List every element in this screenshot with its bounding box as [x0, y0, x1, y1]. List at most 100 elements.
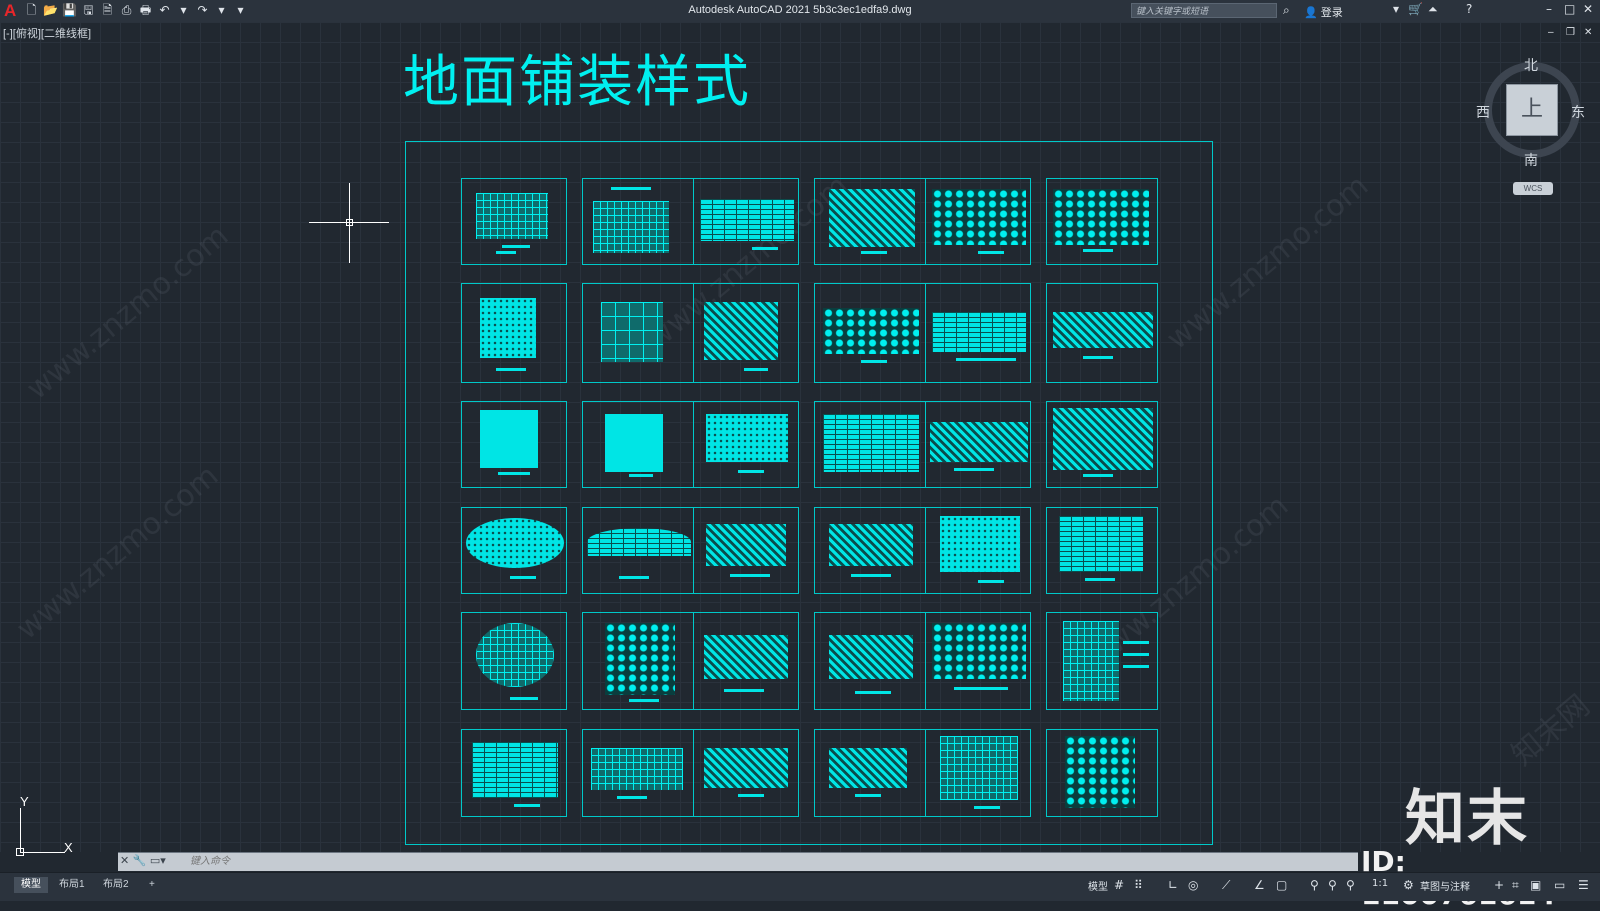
publish-icon[interactable]: ⎙	[119, 3, 134, 18]
autodesk-a360-icon[interactable]: ⏶	[1428, 2, 1438, 17]
wcs-menu[interactable]: WCS	[1513, 182, 1553, 195]
grid-icon[interactable]: #	[1114, 878, 1124, 892]
workspace-switch[interactable]: 草图与注释	[1420, 878, 1470, 893]
paving-tile[interactable]	[582, 283, 694, 383]
paving-tile[interactable]	[693, 612, 799, 710]
save-icon[interactable]: 💾	[62, 3, 77, 18]
tab-layout2[interactable]: 布局2	[96, 877, 136, 893]
annotation-scale-icon[interactable]: ⚲	[1346, 878, 1355, 892]
command-line-icons[interactable]: ✕ 🔧 ▭▾	[120, 854, 166, 867]
gear-icon[interactable]: ⚙	[1403, 878, 1414, 892]
search-input[interactable]: 键入关键字或短语	[1131, 3, 1277, 18]
paving-tile[interactable]	[925, 729, 1031, 817]
plot-preview-icon[interactable]: 🗎	[100, 3, 115, 18]
paving-tile[interactable]	[925, 283, 1031, 383]
object-snap-icon[interactable]: ▢	[1276, 878, 1287, 892]
ucs-origin	[16, 848, 24, 856]
minimize-icon[interactable]: –	[1546, 2, 1552, 16]
cart-icon[interactable]: 🛒	[1408, 2, 1423, 16]
paving-tile[interactable]	[1046, 178, 1158, 265]
scale-dropdown[interactable]: 1:1	[1372, 878, 1388, 889]
maximize-icon[interactable]: □	[1564, 2, 1575, 16]
new-file-icon[interactable]: 🗋	[24, 3, 39, 18]
brand-watermark: 知末	[1405, 784, 1529, 854]
paving-tile[interactable]	[461, 178, 567, 265]
paving-tile[interactable]	[461, 401, 567, 488]
tab-layout1[interactable]: 布局1	[52, 877, 92, 893]
undo-icon[interactable]: ↶	[157, 3, 172, 18]
paving-tile[interactable]	[693, 283, 799, 383]
viewcube[interactable]: 上	[1484, 62, 1580, 158]
doc-minimize-icon[interactable]: –	[1548, 27, 1554, 38]
paving-tile[interactable]	[582, 507, 694, 594]
paving-tile[interactable]	[582, 178, 694, 265]
paving-tile[interactable]	[693, 178, 799, 265]
clean-screen-icon[interactable]: ▭	[1554, 878, 1565, 892]
paving-tile[interactable]	[582, 729, 694, 817]
print-icon[interactable]: 🖶	[138, 3, 153, 18]
paving-tile[interactable]	[1046, 283, 1158, 383]
isodraft-icon[interactable]: ⟋	[1222, 878, 1230, 893]
paving-tile[interactable]	[925, 401, 1031, 488]
paving-tile[interactable]	[814, 507, 926, 594]
add-icon[interactable]: +	[1494, 878, 1504, 892]
add-layout-button[interactable]: +	[142, 877, 162, 893]
paving-tile[interactable]	[1046, 507, 1158, 594]
doc-close-icon[interactable]: ✕	[1584, 27, 1592, 38]
customize-toolbar-icon[interactable]: ▾	[233, 3, 248, 18]
paving-tile[interactable]	[693, 507, 799, 594]
paving-tile[interactable]	[461, 729, 567, 817]
paving-tile[interactable]	[1046, 729, 1158, 817]
paving-tile[interactable]	[461, 612, 567, 710]
ortho-icon[interactable]: ∟	[1168, 878, 1178, 892]
pickbox	[346, 219, 353, 226]
paving-tile[interactable]	[814, 401, 926, 488]
quick-properties-icon[interactable]: ▣	[1530, 878, 1541, 892]
undo-dropdown-icon[interactable]: ▾	[176, 3, 191, 18]
command-input[interactable]	[190, 854, 890, 869]
save-as-icon[interactable]: 🖫	[81, 3, 96, 18]
sign-in-link[interactable]: 👤 登录	[1304, 4, 1343, 20]
doc-restore-icon[interactable]: ❐	[1566, 27, 1575, 38]
polar-tracking-icon[interactable]: ◎	[1188, 878, 1198, 892]
paving-tile[interactable]	[925, 178, 1031, 265]
redo-dropdown-icon[interactable]: ▾	[214, 3, 229, 18]
annotation-visibility-icon[interactable]: ⚲	[1310, 878, 1319, 892]
snap-icon[interactable]: ⠿	[1134, 878, 1143, 892]
paving-tile[interactable]	[693, 729, 799, 817]
paving-tile[interactable]	[1046, 401, 1158, 488]
model-space-toggle[interactable]: 模型	[1088, 878, 1108, 893]
viewcube-west[interactable]: 西	[1476, 102, 1490, 122]
viewcube-south[interactable]: 南	[1524, 150, 1538, 170]
viewcube-east[interactable]: 东	[1571, 102, 1585, 122]
paving-tile[interactable]	[814, 612, 926, 710]
viewcube-north[interactable]: 北	[1524, 55, 1538, 75]
redo-icon[interactable]: ↷	[195, 3, 210, 18]
autocad-logo-icon[interactable]: A	[4, 1, 16, 21]
paving-tile[interactable]	[461, 507, 567, 594]
view-controls-label[interactable]: [-][俯视][二维线框]	[3, 25, 91, 41]
customization-menu-icon[interactable]: ☰	[1578, 878, 1589, 892]
paving-tile[interactable]	[925, 612, 1031, 710]
drawing-title: 地面铺装样式	[403, 50, 751, 115]
paving-tile[interactable]	[814, 178, 926, 265]
viewcube-face[interactable]: 上	[1506, 84, 1558, 136]
paving-tile[interactable]	[1046, 612, 1158, 710]
open-folder-icon[interactable]: 📂	[43, 3, 58, 18]
paving-tile[interactable]	[582, 401, 694, 488]
paving-tile[interactable]	[925, 507, 1031, 594]
units-icon[interactable]: ⌗	[1512, 878, 1519, 893]
help-icon[interactable]: ?	[1466, 2, 1472, 16]
auto-scale-icon[interactable]: ⚲	[1328, 878, 1337, 892]
paving-tile[interactable]	[814, 283, 926, 383]
dropdown-icon[interactable]: ▾	[1393, 2, 1399, 16]
ucs-icon	[20, 852, 65, 853]
paving-tile[interactable]	[582, 612, 694, 710]
paving-tile[interactable]	[814, 729, 926, 817]
tab-model[interactable]: 模型	[14, 877, 48, 893]
paving-tile[interactable]	[693, 401, 799, 488]
close-icon[interactable]: ✕	[1583, 2, 1593, 16]
paving-tile[interactable]	[461, 283, 567, 383]
search-icon[interactable]: ⌕	[1283, 3, 1290, 18]
object-snap-tracking-icon[interactable]: ∠	[1254, 878, 1265, 892]
